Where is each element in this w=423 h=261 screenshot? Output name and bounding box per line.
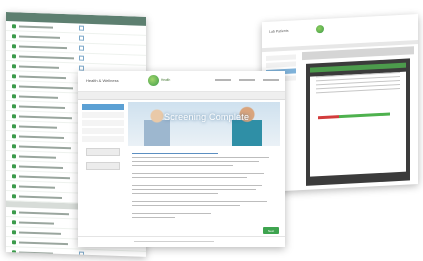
list-item-label	[19, 220, 54, 225]
risk-bar	[318, 112, 390, 120]
status-icon	[12, 239, 16, 244]
status-icon	[12, 83, 16, 88]
checkbox[interactable]	[79, 251, 84, 257]
body-text-lines	[128, 146, 280, 218]
list-item-label	[19, 210, 69, 215]
status-icon	[12, 209, 16, 214]
sidebar-item[interactable]	[82, 128, 124, 134]
sidebar-item-active[interactable]	[82, 104, 124, 110]
list-item-label	[19, 184, 55, 189]
front-window-sidebar	[82, 104, 124, 224]
status-icon	[12, 93, 16, 98]
sidebar-item[interactable]	[82, 136, 124, 142]
sidebar-item[interactable]	[82, 112, 124, 118]
list-item-label	[19, 194, 62, 199]
sidebar-item[interactable]	[82, 120, 124, 126]
right-window-title: Lab Patients	[269, 28, 289, 34]
leaf-logo-icon	[316, 24, 324, 34]
front-window-title: Health & Wellness	[86, 78, 119, 83]
list-item-label	[19, 134, 64, 139]
checkbox[interactable]	[79, 65, 84, 71]
list-item-label	[19, 250, 53, 255]
status-icon	[12, 113, 16, 118]
list-item-label	[19, 74, 66, 79]
status-icon	[12, 43, 16, 48]
front-window-footer	[78, 236, 285, 247]
header-link[interactable]	[263, 79, 279, 81]
status-icon	[12, 173, 16, 178]
list-item-label	[19, 54, 74, 59]
status-icon	[12, 153, 16, 158]
banner-title: Screening Complete	[164, 112, 250, 122]
header-links[interactable]	[215, 79, 279, 81]
status-icon	[12, 73, 16, 78]
list-item-label	[19, 240, 68, 245]
status-icon	[12, 23, 16, 28]
list-item-label	[19, 144, 71, 149]
status-icon	[12, 53, 16, 58]
checkbox[interactable]	[79, 45, 84, 51]
logo-text: Health	[161, 78, 171, 82]
list-item-label	[19, 84, 73, 89]
list-item-label	[19, 44, 67, 49]
front-window-header: Health & Wellness Health	[78, 71, 285, 92]
checkbox[interactable]	[79, 35, 84, 41]
modal-dialog	[306, 58, 410, 186]
next-button[interactable]: Next	[263, 227, 279, 234]
sidebar-button[interactable]	[86, 148, 120, 156]
leaf-logo-icon	[148, 75, 159, 86]
risk-bar-green	[338, 112, 390, 119]
status-icon	[12, 183, 16, 188]
front-window-navbar[interactable]	[78, 92, 285, 100]
list-item-label	[19, 124, 57, 129]
risk-bar-red	[318, 115, 339, 120]
status-icon	[12, 33, 16, 38]
header-link[interactable]	[239, 79, 255, 81]
status-icon	[12, 229, 16, 234]
right-app-window: Lab Patients	[262, 14, 418, 193]
list-item-label	[19, 34, 60, 39]
list-item-label	[19, 230, 61, 235]
footer-text	[134, 241, 214, 242]
screening-banner: Screening Complete	[128, 102, 280, 146]
modal-panel	[310, 71, 406, 177]
sidebar-button[interactable]	[86, 162, 120, 170]
checkbox[interactable]	[79, 25, 84, 31]
front-app-window: Health & Wellness Health Screening Compl…	[78, 71, 285, 247]
header-link[interactable]	[215, 79, 231, 81]
status-icon	[12, 103, 16, 108]
sidebar-item[interactable]	[266, 54, 296, 61]
modal-header	[310, 62, 406, 73]
list-item-label	[19, 64, 59, 69]
list-item-label	[19, 154, 56, 159]
list-item-label	[19, 24, 53, 29]
checkbox[interactable]	[79, 55, 84, 61]
list-item-label	[19, 174, 70, 179]
list-item-label	[19, 94, 58, 99]
front-window-content: Screening Complete	[128, 102, 280, 240]
sidebar-item[interactable]	[266, 61, 296, 68]
modal-text-lines	[310, 71, 406, 94]
status-icon	[12, 249, 16, 254]
status-icon	[12, 63, 16, 68]
status-icon	[12, 123, 16, 128]
list-item-label	[19, 104, 65, 109]
right-window-content	[302, 46, 414, 188]
list-item-label	[19, 164, 63, 169]
status-icon	[12, 193, 16, 198]
status-icon	[12, 133, 16, 138]
status-icon	[12, 143, 16, 148]
status-icon	[12, 219, 16, 224]
list-item-label	[19, 114, 72, 119]
status-icon	[12, 163, 16, 168]
